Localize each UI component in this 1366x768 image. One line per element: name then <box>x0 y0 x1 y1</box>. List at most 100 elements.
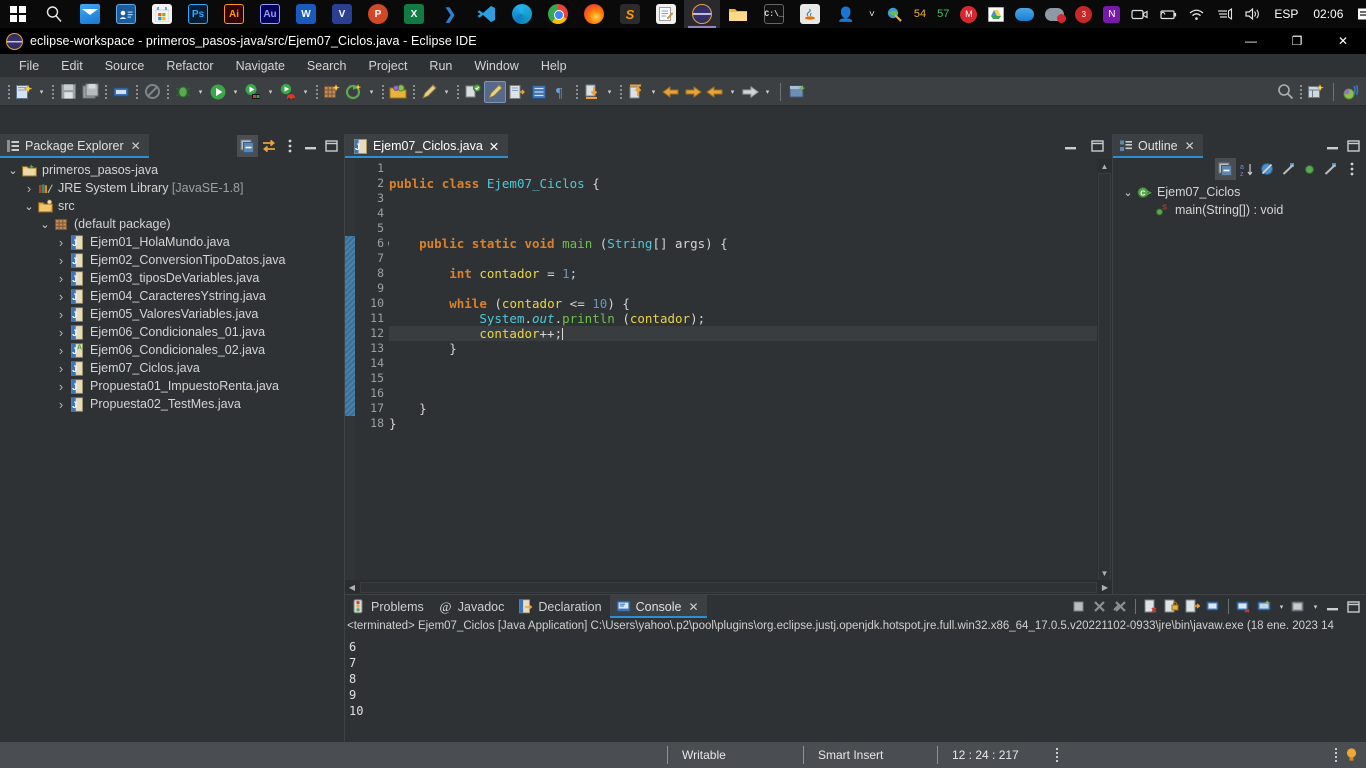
code-line[interactable] <box>389 386 1097 401</box>
eclipse-icon[interactable] <box>684 0 720 28</box>
google-drive-icon[interactable] <box>983 0 1009 28</box>
battery-icon[interactable] <box>1154 0 1182 28</box>
package-explorer-tree[interactable]: ⌄ primeros_pasos-java › JRE System Library … <box>0 158 344 768</box>
chevron-right-icon[interactable]: › <box>54 397 68 412</box>
outline-minimize-icon[interactable] <box>1322 135 1343 157</box>
open-type-icon[interactable] <box>387 81 409 103</box>
prev-edit-up-icon[interactable] <box>625 81 647 103</box>
firefox-icon[interactable] <box>576 0 612 28</box>
code-line[interactable] <box>389 281 1097 296</box>
code-line[interactable]: public class Ejem07_Ciclos { <box>389 176 1097 191</box>
menu-help[interactable]: Help <box>530 56 578 76</box>
new-wizard-dropdown-icon[interactable]: ▾ <box>35 81 48 103</box>
editor-vertical-scrollbar[interactable]: ▲ ▼ <box>1097 159 1112 593</box>
code-editor[interactable]: 1 2 3 4 5 6 7 8 9 10 11 12 13 14 15 16 17 18 public class… <box>345 159 1112 594</box>
scroll-down-icon[interactable]: ▼ <box>1097 566 1112 580</box>
tab-package-explorer[interactable]: Package Explorer ✕ <box>0 134 149 158</box>
link-with-editor-icon[interactable] <box>258 135 279 157</box>
edge-icon[interactable] <box>504 0 540 28</box>
package-explorer-close-icon[interactable]: ✕ <box>131 139 141 153</box>
editor-minimize-icon[interactable] <box>1060 135 1081 157</box>
menu-run[interactable]: Run <box>418 56 463 76</box>
people-icon[interactable] <box>108 0 144 28</box>
save-icon[interactable] <box>57 81 79 103</box>
network-icon[interactable] <box>1211 0 1238 28</box>
source-code[interactable]: public class Ejem07_Ciclos { public stat… <box>389 159 1097 580</box>
chevron-down-icon[interactable]: ⌄ <box>38 218 52 231</box>
no-entry-icon[interactable] <box>141 81 163 103</box>
clock[interactable]: 02:06 <box>1305 0 1351 28</box>
sort-alphabetically-icon[interactable]: az <box>1236 158 1257 180</box>
debug-dropdown-icon[interactable]: ▾ <box>194 81 207 103</box>
coverage-dropdown-icon[interactable]: ▾ <box>299 81 312 103</box>
tree-item[interactable]: › J A Ejem06_Condicionales_02.java <box>0 341 344 359</box>
code-line[interactable]: int contador = 1; <box>389 266 1097 281</box>
highlight-pen-icon[interactable] <box>418 81 440 103</box>
editor-maximize-icon[interactable] <box>1087 135 1108 157</box>
tree-item[interactable]: › J Ejem01_HolaMundo.java <box>0 233 344 251</box>
pen-dropdown-icon[interactable]: ▾ <box>440 81 453 103</box>
tree-item[interactable]: ⌄ primeros_pasos-java <box>0 161 344 179</box>
print-icon[interactable] <box>110 81 132 103</box>
next-annotation-icon[interactable] <box>506 81 528 103</box>
clear-console-icon[interactable] <box>1140 596 1161 618</box>
code-line[interactable]: contador++; <box>389 326 1097 341</box>
language-indicator[interactable]: ESP <box>1268 0 1304 28</box>
java-perspective-icon[interactable] <box>1340 81 1362 103</box>
java-icon[interactable] <box>792 0 828 28</box>
editor-horizontal-scrollbar[interactable]: ◀ ▶ <box>345 580 1112 594</box>
collapse-all-icon[interactable] <box>237 135 258 157</box>
code-line[interactable] <box>389 191 1097 206</box>
console-tab-declaration[interactable]: Declaration <box>512 595 610 618</box>
chevron-right-icon[interactable]: › <box>54 343 68 358</box>
tree-item[interactable]: › JRE System Library [JavaSE-1.8] <box>0 179 344 197</box>
save-all-icon[interactable] <box>79 81 101 103</box>
console-tab-console[interactable]: Console ✕ <box>609 595 707 618</box>
show-whitespace-block-icon[interactable] <box>528 81 550 103</box>
chrome-icon[interactable] <box>540 0 576 28</box>
file-explorer-icon[interactable] <box>720 0 756 28</box>
display-selected-console-icon[interactable] <box>1203 596 1224 618</box>
pin-icon-dropdown-icon[interactable]: ▾ <box>1275 596 1288 618</box>
teams-people-icon[interactable]: 👤 <box>828 0 864 28</box>
line-number-gutter[interactable]: 1 2 3 4 5 6 7 8 9 10 11 12 13 14 15 16 17 18 <box>355 159 397 580</box>
code-line[interactable] <box>389 221 1097 236</box>
scroll-lock-icon[interactable] <box>1161 596 1182 618</box>
search-icon[interactable] <box>36 0 72 28</box>
remove-all-launches-icon[interactable] <box>1110 596 1131 618</box>
open-perspective-icon[interactable] <box>1305 81 1327 103</box>
tree-item[interactable]: › J Ejem05_ValoresVariables.java <box>0 305 344 323</box>
menu-window[interactable]: Window <box>463 56 529 76</box>
next-edit-dropdown-icon[interactable]: ▾ <box>603 81 616 103</box>
run-icon[interactable] <box>207 81 229 103</box>
menu-project[interactable]: Project <box>358 56 419 76</box>
prev-edit-dropdown-icon[interactable]: ▾ <box>647 81 660 103</box>
excel-icon[interactable]: X <box>396 0 432 28</box>
back-history-icon[interactable] <box>660 81 682 103</box>
maximize-panel-icon[interactable] <box>321 135 342 157</box>
horizontal-scroll-thumb[interactable] <box>360 581 1097 593</box>
forward-icon[interactable] <box>739 81 761 103</box>
hide-local-types-icon[interactable] <box>1320 158 1341 180</box>
menu-navigate[interactable]: Navigate <box>225 56 296 76</box>
open-console-icon[interactable] <box>1233 596 1254 618</box>
code-line[interactable]: while (contador <= 10) { <box>389 296 1097 311</box>
scroll-up-icon[interactable]: ▲ <box>1097 159 1112 173</box>
outline-item[interactable]: ⌄ C Ejem07_Ciclos <box>1113 183 1366 201</box>
run-external-tools-icon[interactable] <box>242 81 264 103</box>
minimize-panel-icon[interactable] <box>300 135 321 157</box>
editor-tab-ejem07[interactable]: J Ejem07_Ciclos.java ✕ <box>345 134 509 158</box>
outline-item[interactable]: Smain(String[]) : void <box>1113 201 1366 219</box>
chevron-right-icon[interactable]: › <box>22 181 36 196</box>
onenote-icon[interactable]: N <box>1098 0 1125 28</box>
outline-view-menu-icon[interactable] <box>1341 158 1362 180</box>
tree-item[interactable]: ⌄ src <box>0 197 344 215</box>
menu-source[interactable]: Source <box>94 56 156 76</box>
chevron-right-icon[interactable]: › <box>54 307 68 322</box>
tree-item[interactable]: › J Propuesta02_TestMes.java <box>0 395 344 413</box>
new-wizard-icon[interactable] <box>13 81 35 103</box>
code-line[interactable]: System.out.println (contador); <box>389 311 1097 326</box>
command-prompt-icon[interactable]: C:\_ <box>756 0 792 28</box>
terminate-icon[interactable] <box>1068 596 1089 618</box>
code-line[interactable] <box>389 206 1097 221</box>
